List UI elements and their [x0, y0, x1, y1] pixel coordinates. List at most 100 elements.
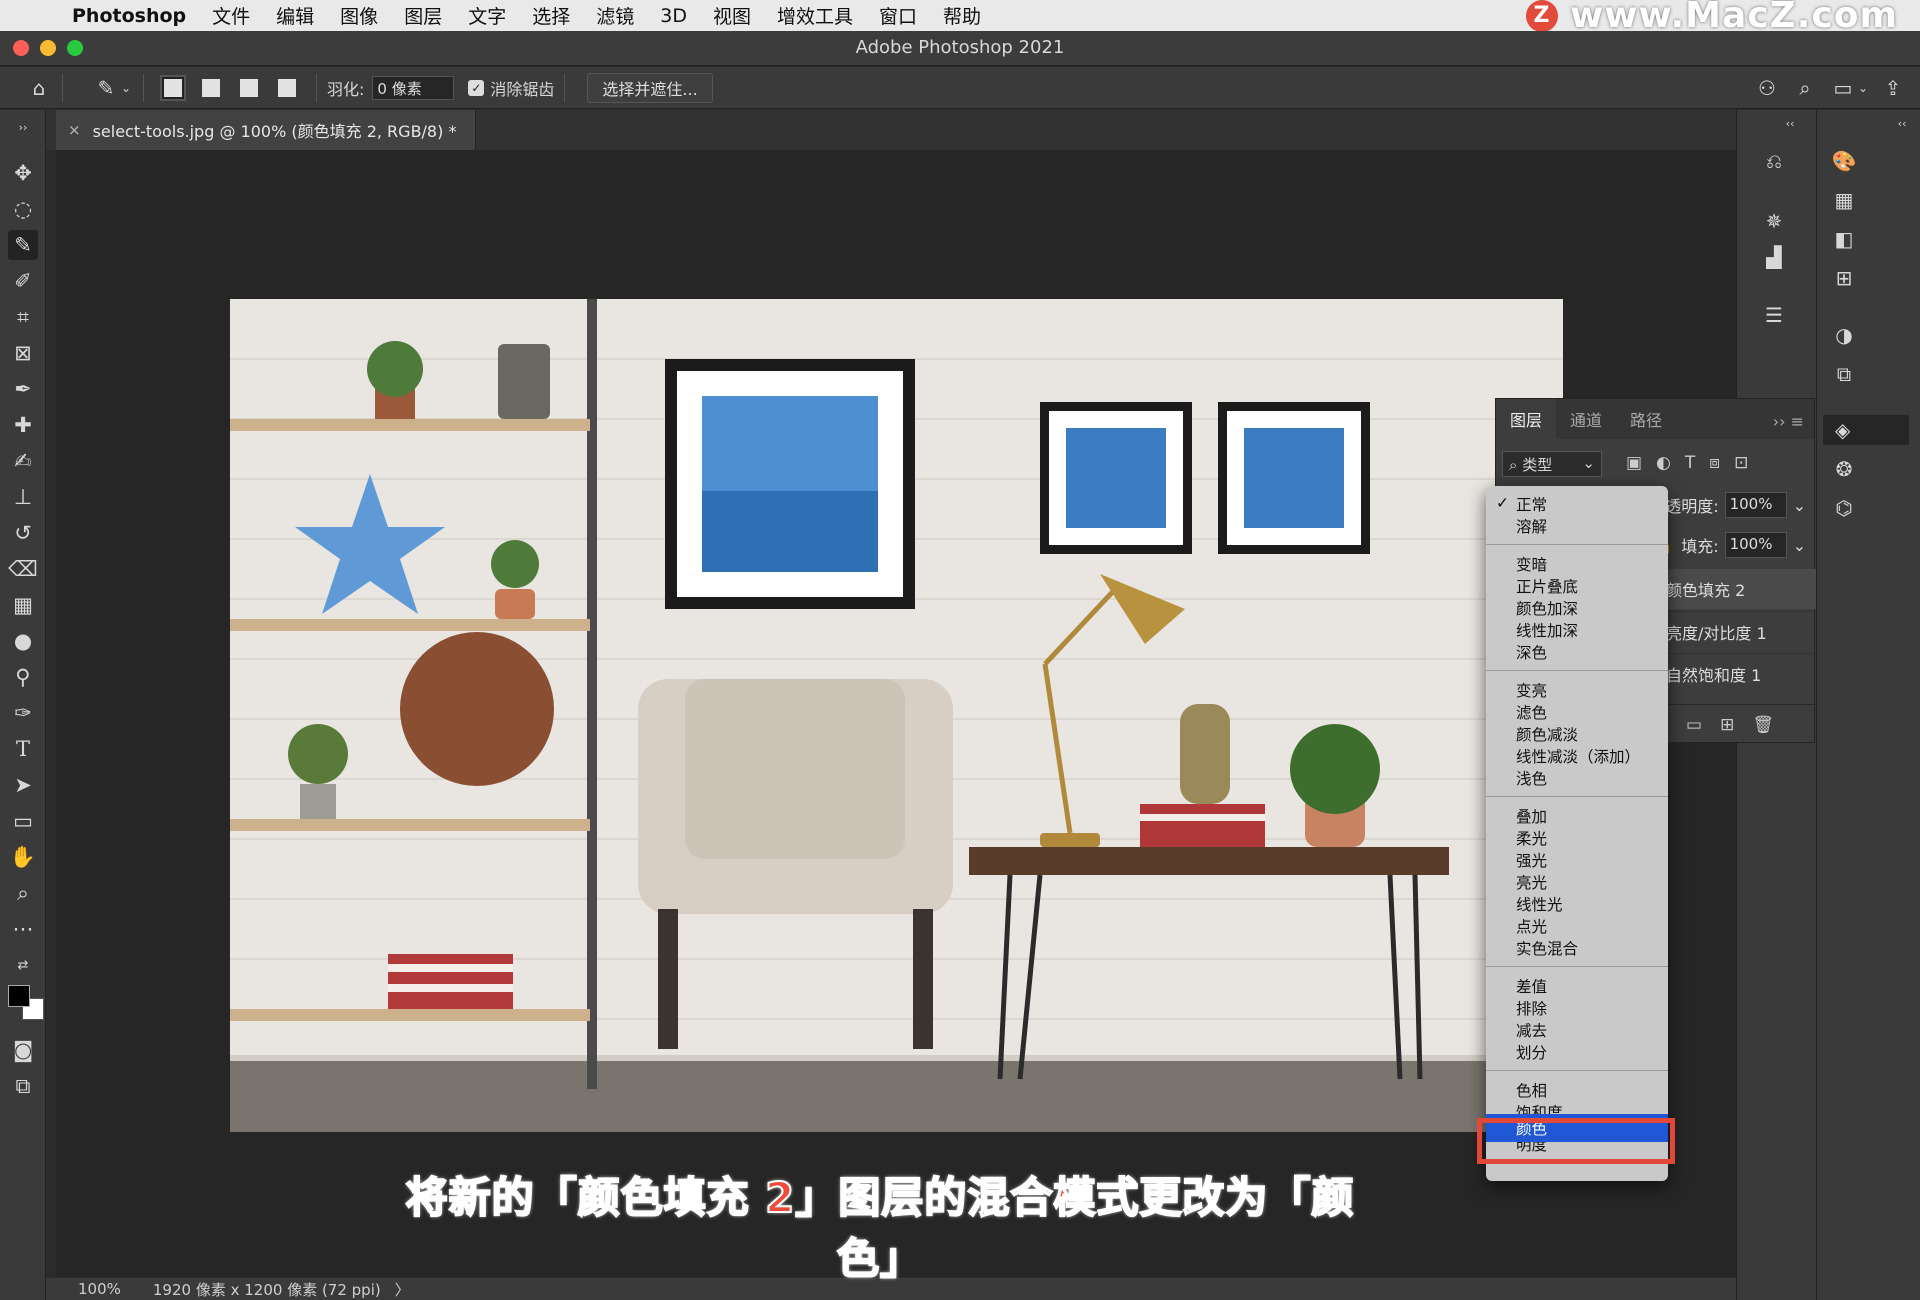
menu-filter[interactable]: 滤镜 [596, 2, 634, 29]
color-panel-icon[interactable]: 🎨 [1829, 146, 1859, 176]
crop-tool-icon[interactable]: ⌗ [8, 302, 38, 332]
document-image[interactable] [230, 299, 1563, 1132]
blend-overlay[interactable]: 叠加 [1516, 806, 1547, 828]
tab-paths[interactable]: 路径 [1616, 399, 1676, 439]
libraries-panel-icon[interactable]: ⧉ [1829, 359, 1859, 389]
feather-input[interactable]: 0 像素 [372, 75, 455, 100]
pen-tool-icon[interactable]: ✑ [8, 698, 38, 728]
menu-type[interactable]: 文字 [468, 2, 506, 29]
menu-view[interactable]: 视图 [713, 2, 751, 29]
fill-chevron-icon[interactable]: ⌄ [1793, 536, 1806, 555]
blend-multiply[interactable]: 正片叠底 [1516, 576, 1578, 598]
blend-lighten[interactable]: 变亮 [1516, 680, 1547, 702]
blend-hard-light[interactable]: 强光 [1516, 850, 1547, 872]
marquee-tool-icon[interactable]: ◌ [8, 194, 38, 224]
stamp-tool-icon[interactable]: ⊥ [8, 482, 38, 512]
more-tools-icon[interactable]: ⋯ [8, 914, 38, 944]
blend-screen[interactable]: 滤色 [1516, 702, 1547, 724]
quick-select-tool-icon[interactable]: ✐ [8, 266, 38, 296]
dodge-tool-icon[interactable]: ⚲ [8, 662, 38, 692]
menu-help[interactable]: 帮助 [943, 2, 981, 29]
opacity-chevron-icon[interactable]: ⌄ [1793, 496, 1806, 515]
app-menu[interactable]: Photoshop [72, 5, 186, 27]
collapse-dock-2-icon[interactable]: ‹‹ [1887, 108, 1917, 138]
brush-tool-icon[interactable]: ✍ [8, 446, 38, 476]
expand-tools-icon[interactable]: ›› [8, 112, 38, 142]
blend-linear-dodge[interactable]: 线性减淡（添加） [1516, 746, 1640, 768]
move-tool-icon[interactable]: ✥ [8, 158, 38, 188]
healing-tool-icon[interactable]: ✚ [8, 410, 38, 440]
blend-hue[interactable]: 色相 [1516, 1080, 1547, 1102]
adjustments-panel-icon[interactable]: ◑ [1829, 320, 1859, 350]
blend-color-dodge[interactable]: 颜色减淡 [1516, 724, 1578, 746]
channels-panel-icon[interactable]: ❂ [1829, 454, 1859, 484]
menu-3d[interactable]: 3D [660, 5, 687, 27]
blend-dissolve[interactable]: 溶解 [1516, 516, 1547, 538]
layers-panel-icon[interactable]: ◈ [1823, 415, 1909, 445]
delete-layer-icon[interactable]: 🗑 [1752, 715, 1792, 735]
menu-file[interactable]: 文件 [212, 2, 250, 29]
workspace-chevron-icon[interactable]: ⌄ [1856, 75, 1870, 101]
type-tool-icon[interactable]: T [8, 734, 38, 764]
menu-image[interactable]: 图像 [340, 2, 378, 29]
navigator-panel-icon[interactable]: ✵ [1759, 206, 1789, 236]
histogram-panel-icon[interactable]: ▟ [1759, 242, 1789, 272]
new-layer-icon[interactable]: ⊞ [1720, 715, 1752, 735]
menu-window[interactable]: 窗口 [879, 2, 917, 29]
blend-hard-mix[interactable]: 实色混合 [1516, 938, 1578, 960]
blend-subtract[interactable]: 减去 [1516, 1020, 1547, 1042]
add-selection-icon[interactable] [202, 78, 220, 97]
share-icon[interactable]: ⇪ [1880, 75, 1906, 101]
history-panel-icon[interactable]: ⎌ [1759, 146, 1789, 176]
close-document-icon[interactable]: × [68, 121, 81, 139]
lasso-tool-icon[interactable]: ✎ [8, 230, 38, 260]
menu-edit[interactable]: 编辑 [276, 2, 314, 29]
properties-panel-icon[interactable]: ☰ [1759, 300, 1789, 330]
workspace-icon[interactable]: ▭ [1830, 75, 1856, 101]
screen-mode-icon[interactable]: ⧉ [8, 1071, 38, 1101]
blend-exclusion[interactable]: 排除 [1516, 998, 1547, 1020]
layer-filter-select[interactable]: ⌕ 类型 ⌄ [1502, 451, 1602, 477]
gradients-panel-icon[interactable]: ◧ [1829, 224, 1859, 254]
hand-tool-icon[interactable]: ✋ [8, 842, 38, 872]
zoom-tool-icon[interactable]: ⌕ [8, 878, 38, 908]
document-tab[interactable]: × select-tools.jpg @ 100% (颜色填充 2, RGB/8… [56, 110, 476, 150]
document-info[interactable]: 1920 像素 x 1200 像素 (72 ppi) [153, 1279, 381, 1300]
polygonal-lasso-icon[interactable]: ✎ [93, 75, 119, 101]
search-icon[interactable]: ⌕ [1792, 75, 1818, 101]
subtract-selection-icon[interactable] [240, 78, 258, 97]
panel-menu-icon[interactable]: ›› ≡ [1763, 404, 1814, 439]
rectangle-tool-icon[interactable]: ▭ [8, 806, 38, 836]
swatches-panel-icon[interactable]: ▦ [1829, 185, 1859, 215]
blend-normal[interactable]: 正常 [1516, 494, 1547, 516]
blend-linear-light[interactable]: 线性光 [1516, 894, 1563, 916]
blend-soft-light[interactable]: 柔光 [1516, 828, 1547, 850]
patterns-panel-icon[interactable]: ⊞ [1829, 263, 1859, 293]
blend-divide[interactable]: 划分 [1516, 1042, 1547, 1064]
history-brush-tool-icon[interactable]: ↺ [8, 518, 38, 548]
quick-mask-icon[interactable]: ◙ [8, 1035, 38, 1065]
frame-tool-icon[interactable]: ⊠ [8, 338, 38, 368]
blend-linear-burn[interactable]: 线性加深 [1516, 620, 1578, 642]
blur-tool-icon[interactable]: ● [8, 626, 38, 656]
gradient-tool-icon[interactable]: ▦ [8, 590, 38, 620]
blend-pin-light[interactable]: 点光 [1516, 916, 1547, 938]
chevron-down-icon[interactable]: ⌄ [119, 75, 133, 101]
blend-vivid-light[interactable]: 亮光 [1516, 872, 1547, 894]
intersect-selection-icon[interactable] [278, 78, 296, 97]
fill-input[interactable]: 100% [1724, 532, 1787, 558]
user-search-icon[interactable]: ⚇ [1754, 75, 1780, 101]
zoom-level[interactable]: 100% [78, 1280, 121, 1298]
tab-layers[interactable]: 图层 [1496, 399, 1557, 439]
swap-colors-icon[interactable]: ⇄ [8, 950, 38, 980]
new-selection-icon[interactable] [162, 76, 184, 99]
blend-saturation[interactable]: 饱和度 [1516, 1100, 1563, 1114]
collapse-dock-icon[interactable]: ‹‹ [1775, 108, 1805, 138]
home-icon[interactable]: ⌂ [26, 75, 52, 101]
select-and-mask-button[interactable]: 选择并遮住... [587, 72, 713, 103]
blend-darken[interactable]: 变暗 [1516, 554, 1547, 576]
filter-icons[interactable]: ▣◐T⧈⊡ [1626, 453, 1762, 473]
blend-lighter-color[interactable]: 浅色 [1516, 768, 1547, 790]
foreground-color-swatch[interactable] [8, 985, 30, 1007]
eyedropper-tool-icon[interactable]: ✒ [8, 374, 38, 404]
